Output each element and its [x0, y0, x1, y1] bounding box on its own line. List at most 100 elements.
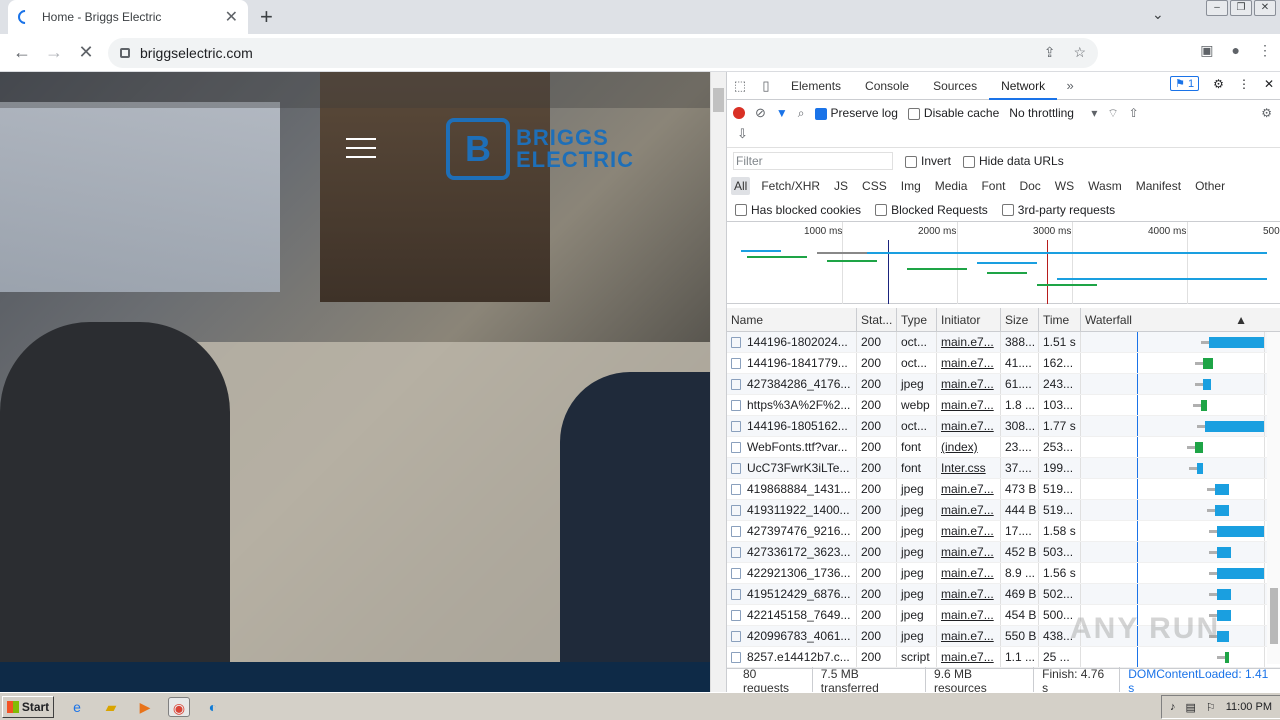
type-filter-ws[interactable]: WS	[1052, 177, 1077, 195]
table-scrollbar[interactable]	[1267, 332, 1280, 664]
type-filter-img[interactable]: Img	[898, 177, 924, 195]
third-party-checkbox[interactable]: 3rd-party requests	[1001, 203, 1115, 217]
profile-avatar-icon[interactable]: ●	[1232, 42, 1240, 59]
flag-tray-icon[interactable]: ⚐	[1206, 701, 1216, 714]
table-row[interactable]: 144196-1805162... 200 oct... main.e7... 308.…	[727, 416, 1280, 437]
device-toolbar-icon[interactable]: ▯	[753, 78, 779, 94]
col-status[interactable]: Stat...	[857, 308, 897, 331]
clock[interactable]: 11:00 PM	[1226, 701, 1272, 713]
cell-initiator[interactable]: main.e7...	[937, 521, 1001, 541]
cell-initiator[interactable]: main.e7...	[937, 332, 1001, 352]
hide-data-urls-checkbox[interactable]: Hide data URLs	[963, 154, 1064, 168]
menu-kebab-icon[interactable]: ⋮	[1258, 42, 1272, 59]
network-conditions-icon[interactable]: ⌔	[1107, 106, 1118, 121]
more-tabs-icon[interactable]: »	[1057, 78, 1083, 93]
table-row[interactable]: 422921306_1736... 200 jpeg main.e7... 8.9 ..…	[727, 563, 1280, 584]
cell-name[interactable]: 419311922_1400...	[727, 500, 857, 520]
bookmark-star-icon[interactable]: ☆	[1073, 44, 1086, 61]
cell-name[interactable]: 420996783_4061...	[727, 626, 857, 646]
cell-name[interactable]: UcC73FwrK3iLTe...	[727, 458, 857, 478]
cell-name[interactable]: 419512429_6876...	[727, 584, 857, 604]
type-filter-manifest[interactable]: Manifest	[1133, 177, 1184, 195]
edge-icon[interactable]: ◐	[202, 697, 224, 717]
cell-name[interactable]: https%3A%2F%2...	[727, 395, 857, 415]
table-row[interactable]: WebFonts.ttf?var... 200 font (index) 23.... 2…	[727, 437, 1280, 458]
table-row[interactable]: 427397476_9216... 200 jpeg main.e7... 17....…	[727, 521, 1280, 542]
volume-icon[interactable]: ♪	[1170, 701, 1176, 713]
cell-initiator[interactable]: main.e7...	[937, 374, 1001, 394]
table-row[interactable]: 419512429_6876... 200 jpeg main.e7... 469 B5…	[727, 584, 1280, 605]
cell-name[interactable]: 422145158_7649...	[727, 605, 857, 625]
filter-input[interactable]: Filter	[733, 152, 893, 170]
share-icon[interactable]: ⇪	[1044, 44, 1056, 61]
table-row[interactable]: 427384286_4176... 200 jpeg main.e7... 61....…	[727, 374, 1280, 395]
import-har-icon[interactable]: ⇧	[1129, 106, 1139, 120]
browser-tab[interactable]: Home - Briggs Electric ✕	[8, 0, 248, 34]
settings-gear-icon[interactable]: ⚙	[1213, 77, 1224, 91]
cell-initiator[interactable]: main.e7...	[937, 626, 1001, 646]
cell-name[interactable]: 419868884_1431...	[727, 479, 857, 499]
folder-icon[interactable]: ▰	[100, 697, 122, 717]
new-tab-icon[interactable]: +	[260, 4, 273, 30]
address-bar[interactable]: briggselectric.com ⇪ ☆	[108, 38, 1098, 68]
cell-initiator[interactable]: main.e7...	[937, 416, 1001, 436]
cell-name[interactable]: 427384286_4176...	[727, 374, 857, 394]
minimize-icon[interactable]: –	[1206, 0, 1228, 16]
cell-initiator[interactable]: main.e7...	[937, 395, 1001, 415]
type-filter-media[interactable]: Media	[932, 177, 971, 195]
table-row[interactable]: https%3A%2F%2... 200 webp main.e7... 1.8 ...…	[727, 395, 1280, 416]
briggs-electric-logo[interactable]: B BRIGGS ELECTRIC	[446, 118, 634, 180]
table-scroll-thumb[interactable]	[1270, 588, 1278, 644]
type-filter-css[interactable]: CSS	[859, 177, 890, 195]
cell-initiator[interactable]: Inter.css	[937, 458, 1001, 478]
preserve-log-checkbox[interactable]: Preserve log	[814, 106, 898, 120]
tab-elements[interactable]: Elements	[779, 72, 853, 100]
filter-funnel-icon[interactable]: ▼	[776, 106, 788, 120]
side-panel-icon[interactable]: ▣	[1200, 42, 1213, 59]
table-row[interactable]: 144196-1802024... 200 oct... main.e7... 388.…	[727, 332, 1280, 353]
cell-initiator[interactable]: main.e7...	[937, 500, 1001, 520]
tab-search-chevron-icon[interactable]: ⌄	[1152, 6, 1164, 23]
tab-console[interactable]: Console	[853, 72, 921, 100]
cell-name[interactable]: 144196-1841779...	[727, 353, 857, 373]
cell-initiator[interactable]: main.e7...	[937, 353, 1001, 373]
back-icon[interactable]: ←	[6, 42, 38, 63]
close-window-icon[interactable]: ✕	[1254, 0, 1276, 16]
url-text[interactable]: briggselectric.com	[140, 45, 253, 61]
cell-name[interactable]: 427336172_3623...	[727, 542, 857, 562]
clear-icon[interactable]: ⊘	[755, 105, 766, 121]
page-scroll-thumb[interactable]	[713, 88, 724, 112]
network-settings-gear-icon[interactable]: ⚙	[1261, 106, 1272, 120]
type-filter-font[interactable]: Font	[978, 177, 1008, 195]
type-filter-other[interactable]: Other	[1192, 177, 1228, 195]
stop-loading-icon[interactable]: ✕	[70, 42, 102, 63]
network-icon[interactable]: ▤	[1185, 701, 1195, 714]
invert-checkbox[interactable]: Invert	[905, 154, 951, 168]
hamburger-menu-icon[interactable]	[346, 138, 376, 158]
col-waterfall[interactable]: Waterfall ▲	[1081, 308, 1265, 331]
start-button[interactable]: Start	[2, 695, 54, 718]
forward-icon[interactable]: →	[38, 42, 70, 63]
table-row[interactable]: 419868884_1431... 200 jpeg main.e7... 473 B5…	[727, 479, 1280, 500]
blocked-cookies-checkbox[interactable]: Has blocked cookies	[735, 203, 861, 217]
page-scrollbar[interactable]	[710, 72, 726, 692]
throttling-select[interactable]: No throttling ▾	[1009, 106, 1097, 120]
type-filter-wasm[interactable]: Wasm	[1085, 177, 1125, 195]
table-row[interactable]: 427336172_3623... 200 jpeg main.e7... 452 B5…	[727, 542, 1280, 563]
table-row[interactable]: 8257.e14412b7.c... 200 script main.e7... 1.1…	[727, 647, 1280, 668]
cell-initiator[interactable]: main.e7...	[937, 542, 1001, 562]
inspect-element-icon[interactable]: ⬚	[727, 78, 753, 94]
col-name[interactable]: Name	[727, 308, 857, 331]
type-filter-js[interactable]: JS	[831, 177, 851, 195]
ie-icon[interactable]: e	[66, 697, 88, 717]
type-filter-all[interactable]: All	[731, 177, 751, 195]
cell-initiator[interactable]: main.e7...	[937, 563, 1001, 583]
devtools-menu-icon[interactable]: ⋮	[1238, 77, 1250, 91]
col-size[interactable]: Size	[1001, 308, 1039, 331]
issues-badge[interactable]: ⚑ 1	[1170, 76, 1200, 91]
media-player-icon[interactable]: ▶	[134, 697, 156, 717]
cell-name[interactable]: 144196-1802024...	[727, 332, 857, 352]
restore-icon[interactable]: ❐	[1230, 0, 1252, 16]
type-filter-doc[interactable]: Doc	[1016, 177, 1043, 195]
close-tab-icon[interactable]: ✕	[225, 7, 238, 27]
